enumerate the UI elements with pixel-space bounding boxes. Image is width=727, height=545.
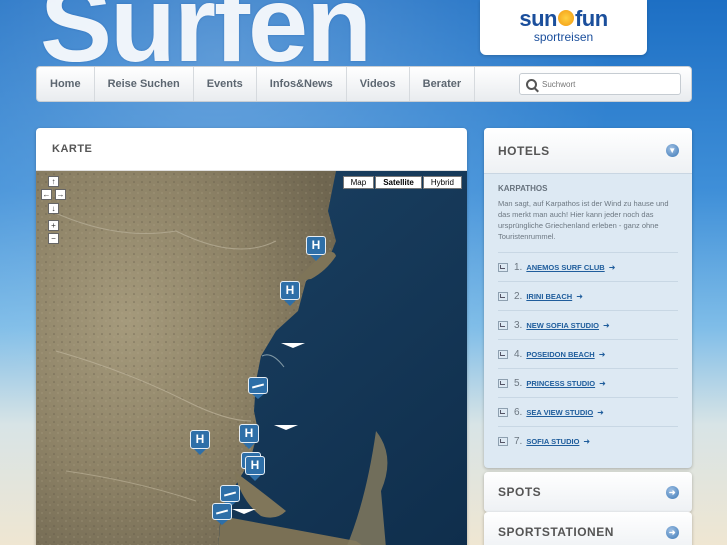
map-link-icon	[498, 320, 508, 330]
hotels-panel-title: HOTELS	[498, 143, 550, 158]
hotel-link[interactable]: POSEIDON BEACH	[526, 350, 594, 359]
spot-marker[interactable]	[248, 377, 268, 399]
hotel-link[interactable]: NEW SOFIA STUDIO	[526, 321, 599, 330]
nav-videos[interactable]: Videos	[347, 67, 410, 101]
arrow-right-icon: ➜	[608, 262, 616, 272]
hotel-link[interactable]: IRINI BEACH	[526, 292, 572, 301]
expand-arrow-icon[interactable]: ➜	[666, 485, 679, 499]
region-description: Man sagt, auf Karpathos ist der Wind zu …	[498, 199, 669, 241]
arrow-right-icon: ➜	[598, 349, 606, 359]
sportstationen-panel[interactable]: SPORTSTATIONEN ➜	[484, 512, 692, 545]
hotels-list-body: KARPATHOS Man sagt, auf Karpathos ist de…	[484, 174, 692, 455]
satellite-map[interactable]: ↑ ← → ↓ + − Map Satellite Hybrid H H H H…	[36, 171, 467, 545]
hotel-link[interactable]: SOFIA STUDIO	[526, 437, 579, 446]
hotel-list-item[interactable]: 3. NEW SOFIA STUDIO ➜	[498, 310, 678, 339]
collapse-down-icon[interactable]: ▼	[666, 144, 679, 157]
hotel-link[interactable]: PRINCESS STUDIO	[526, 379, 595, 388]
map-type-hybrid[interactable]: Hybrid	[422, 176, 462, 189]
hotel-marker[interactable]: H	[190, 430, 210, 455]
hotel-list-item[interactable]: 2. IRINI BEACH ➜	[498, 281, 678, 310]
logo-subtitle: sportreisen	[533, 30, 594, 44]
nav-home[interactable]: Home	[37, 67, 95, 101]
map-link-icon	[498, 349, 508, 359]
pan-down-icon[interactable]: ↓	[48, 203, 59, 214]
pan-right-icon[interactable]: →	[55, 189, 66, 200]
pan-left-icon[interactable]: ←	[41, 189, 52, 200]
map-terrain	[36, 171, 467, 545]
zoom-in-icon[interactable]: +	[48, 220, 59, 231]
sunfun-logo[interactable]: sun fun sportreisen	[480, 0, 647, 55]
search-icon[interactable]	[526, 78, 537, 90]
map-type-switcher: Map Satellite Hybrid	[342, 176, 462, 189]
spots-panel-title: SPOTS	[498, 485, 542, 499]
hotels-panel: HOTELS ▼ KARPATHOS Man sagt, auf Karpath…	[484, 128, 692, 468]
arrow-right-icon: ➜	[599, 378, 606, 388]
pan-up-icon[interactable]: ↑	[48, 176, 59, 187]
hotel-link[interactable]: SEA VIEW STUDIO	[526, 408, 593, 417]
sail-icon	[281, 343, 305, 348]
nav-events[interactable]: Events	[194, 67, 257, 101]
sun-icon	[557, 10, 574, 27]
arrow-right-icon: ➜	[597, 407, 604, 417]
hotel-list-item[interactable]: 4. POSEIDON BEACH ➜	[498, 339, 678, 368]
map-link-icon	[498, 291, 508, 301]
region-name: KARPATHOS	[498, 184, 548, 193]
hotel-link[interactable]: ANEMOS SURF CLUB	[526, 263, 604, 272]
logo-brand: sun fun	[519, 6, 608, 31]
spot-marker[interactable]	[212, 503, 232, 525]
hotel-marker[interactable]: H	[280, 281, 300, 306]
nav-reise-suchen[interactable]: Reise Suchen	[95, 67, 194, 101]
hotel-marker[interactable]: H	[306, 236, 326, 261]
sail-icon	[232, 509, 256, 514]
sportstationen-panel-title: SPORTSTATIONEN	[498, 525, 614, 539]
map-link-icon	[498, 436, 508, 446]
hotel-list-item[interactable]: 5. PRINCESS STUDIO ➜	[498, 368, 678, 397]
map-type-map[interactable]: Map	[342, 176, 375, 189]
search-input[interactable]	[542, 79, 672, 89]
map-link-icon	[498, 262, 508, 272]
map-panel-title: KARTE	[36, 128, 467, 171]
map-panel: KARTE ↑ ← → ↓ + − Map Satellite Hybrid H…	[36, 128, 467, 545]
expand-arrow-icon[interactable]: ➜	[666, 525, 679, 539]
spots-panel[interactable]: SPOTS ➜	[484, 472, 692, 512]
hotel-marker[interactable]: H	[245, 456, 265, 481]
hotel-list-item[interactable]: 6. SEA VIEW STUDIO ➜	[498, 397, 678, 426]
hotel-list-item[interactable]: 7. SOFIA STUDIO ➜	[498, 426, 678, 455]
map-link-icon	[498, 378, 508, 388]
map-type-satellite[interactable]: Satellite	[375, 176, 422, 189]
nav-infos-news[interactable]: Infos&News	[257, 67, 347, 101]
map-link-icon	[498, 407, 508, 417]
arrow-right-icon: ➜	[602, 320, 610, 330]
arrow-right-icon: ➜	[583, 436, 591, 446]
search-box	[519, 73, 681, 95]
hotels-panel-header[interactable]: HOTELS ▼	[484, 128, 692, 174]
hotel-list-item[interactable]: 1. ANEMOS SURF CLUB ➜	[498, 252, 678, 281]
hotel-marker[interactable]: H	[239, 424, 259, 449]
arrow-right-icon: ➜	[576, 291, 583, 301]
zoom-out-icon[interactable]: −	[48, 233, 59, 244]
sail-icon	[274, 425, 298, 430]
main-navigation: Home Reise Suchen Events Infos&News Vide…	[36, 66, 692, 102]
nav-berater[interactable]: Berater	[410, 67, 476, 101]
